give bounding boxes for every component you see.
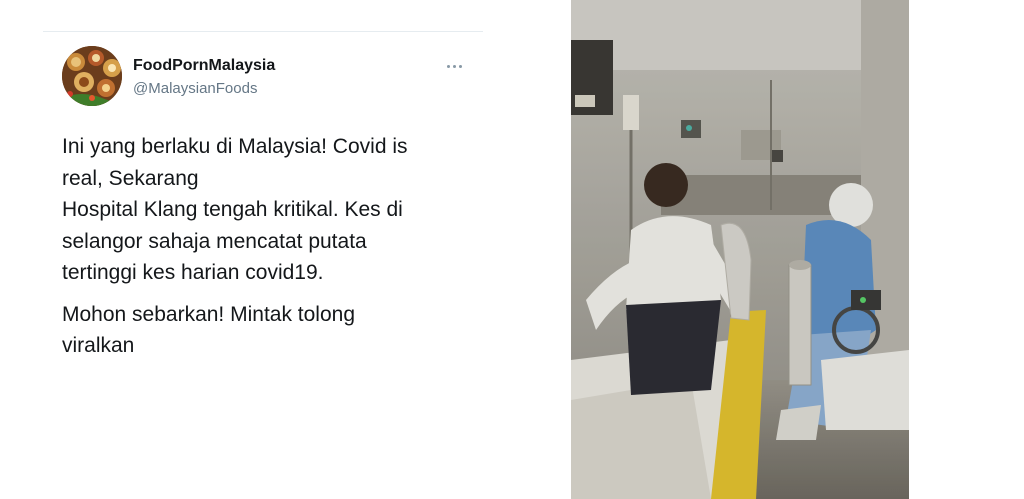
dot (458, 64, 462, 68)
tweet-line: tertinggi kes harian covid19. (62, 261, 324, 284)
tweet-paragraph-2: Mohon sebarkan! Mintak tolong viralkan (62, 299, 492, 362)
tweet-media-video[interactable] (571, 0, 909, 499)
tweet-line: Ini yang berlaku di Malaysia! Covid is (62, 135, 408, 158)
tweet-line: Mohon sebarkan! Mintak tolong (62, 302, 356, 326)
handle[interactable]: @MalaysianFoods (133, 80, 257, 97)
more-horizontal-icon[interactable] (440, 56, 468, 76)
avatar[interactable] (62, 46, 122, 106)
tweet-line: real, Sekarang (62, 166, 199, 190)
tweet-text: Ini yang berlaku di Malaysia! Covid is r… (62, 131, 492, 362)
timeline-divider (43, 31, 483, 32)
dot (452, 64, 456, 68)
dot (446, 64, 450, 68)
tweet-line: Hospital Klang tengah kritikal. Kes di (62, 198, 403, 221)
tweet-paragraph-1: Ini yang berlaku di Malaysia! Covid is r… (62, 131, 492, 289)
display-name[interactable]: FoodPornMalaysia (133, 57, 275, 75)
food-avatar-icon (62, 46, 122, 106)
hospital-scene-image (571, 0, 909, 499)
tweet-line: viralkan (62, 334, 135, 357)
tweet-line: selangor sahaja mencatat putata (62, 229, 367, 253)
